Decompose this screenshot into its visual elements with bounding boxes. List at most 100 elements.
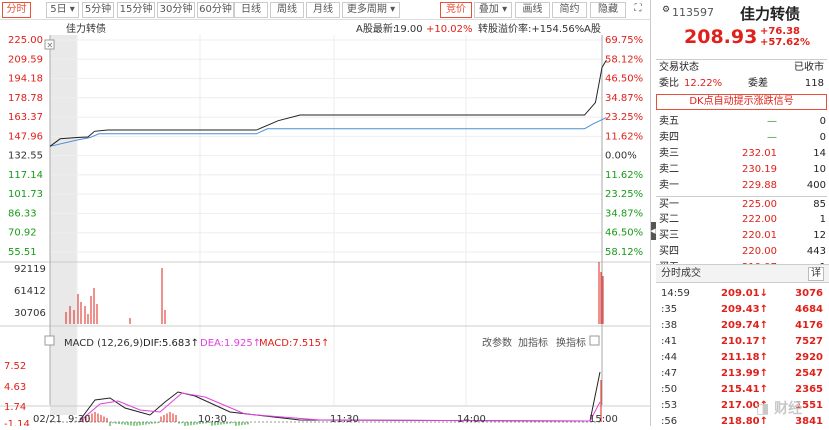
wb-value: 12.22%: [684, 78, 723, 89]
trade-price: 211.18↑: [721, 352, 768, 363]
ob-label: 买四: [659, 246, 679, 257]
y-axis-right-labels: 69.75% 58.12% 46.50% 34.87% 23.25% 11.62% 0.00…: [605, 35, 643, 258]
y-right-label: 46.50%: [605, 228, 643, 239]
hide-button[interactable]: 隐藏: [590, 2, 626, 18]
ob-volume: 0: [819, 132, 826, 143]
overlay-button[interactable]: 叠加 ▾: [474, 2, 512, 18]
ob-volume: 0: [819, 116, 826, 127]
trade-status-row: 交易状态 已收市: [656, 59, 827, 75]
fullscreen-icon[interactable]: ⛶: [630, 2, 646, 18]
y-right-label: 58.12%: [605, 247, 643, 258]
orderbook-row[interactable]: 买四 220.00 443: [656, 244, 827, 260]
change-abs: +76.38: [760, 26, 801, 37]
volume-label: 61412: [14, 286, 46, 297]
add-indicator-button[interactable]: 加指标: [518, 336, 548, 349]
dif-value: DIF:5.683↑: [143, 338, 199, 349]
last-price: 208.93: [684, 26, 758, 48]
trade-row: :38 209.74↑ 4176: [656, 318, 827, 334]
y-left-label: 70.92: [8, 228, 37, 239]
orderbook-row[interactable]: 卖三 232.01 14: [656, 146, 827, 162]
y-right-label: 23.25%: [605, 112, 643, 123]
tab-5day[interactable]: 5日 ▾: [46, 2, 79, 18]
y-right-label: 46.50%: [605, 74, 643, 85]
time-axis-labels: 02/21 9:30 10:30 11:30 14:00 15:00: [33, 414, 618, 425]
trade-volume: 2365: [795, 384, 823, 395]
trade-price: 209.74↑: [721, 320, 768, 331]
trade-row: :41 210.17↑ 7527: [656, 334, 827, 350]
ob-label: 卖二: [659, 164, 679, 175]
trades-header: 分时成交 详: [656, 264, 829, 283]
orderbook-row[interactable]: 买二 222.00 1: [656, 212, 827, 228]
macd-close-icon[interactable]: [44, 335, 55, 346]
tab-30min[interactable]: 30分钟: [157, 2, 195, 18]
ob-price: 225.00: [742, 199, 777, 210]
tab-weekly[interactable]: 周线: [270, 2, 304, 18]
tab-more-periods[interactable]: 更多周期 ▾: [342, 2, 400, 18]
wc-label: 委差: [748, 78, 768, 89]
trade-volume: 4176: [795, 320, 823, 331]
macd-pin-icon[interactable]: [589, 335, 600, 346]
orderbook-row[interactable]: 卖五 — 0: [656, 114, 827, 130]
orderbook-row[interactable]: 卖一 229.88 400: [656, 178, 827, 194]
draw-button[interactable]: 画线: [515, 2, 550, 18]
a-share-price: 19.00: [394, 24, 423, 35]
trade-volume: 2547: [795, 368, 823, 379]
a-share-pct: +10.02%: [426, 24, 473, 35]
trade-row: :50 215.41↑ 2365: [656, 382, 827, 398]
y-left-label: 86.33: [8, 208, 37, 219]
trade-row: :47 213.99↑ 2547: [656, 366, 827, 382]
macd-indicator: [50, 371, 602, 426]
ob-label: 卖一: [659, 180, 679, 191]
grid-lines: [0, 35, 650, 407]
tab-intraday[interactable]: 分时: [2, 2, 31, 18]
ob-price: 230.19: [742, 164, 777, 175]
orderbook-row[interactable]: 卖四 — 0: [656, 130, 827, 146]
ob-price: 222.00: [742, 214, 777, 225]
tab-5min[interactable]: 5分钟: [82, 2, 114, 18]
trade-volume: 3076: [795, 288, 823, 299]
tab-monthly[interactable]: 月线: [306, 2, 340, 18]
y-right-label: 58.12%: [605, 54, 643, 65]
order-ratio-row: 委比 12.22% 委差 118: [656, 76, 827, 92]
gear-icon[interactable]: ⚙: [662, 5, 670, 15]
trade-time: :35: [661, 304, 678, 315]
y-right-label: 11.62%: [605, 170, 643, 181]
ob-volume: 10: [813, 164, 826, 175]
tab-60min[interactable]: 60分钟: [197, 2, 234, 18]
edit-params-button[interactable]: 改参数: [482, 336, 512, 349]
ob-volume: 14: [813, 148, 826, 159]
tab-daily[interactable]: 日线: [234, 2, 268, 18]
trade-price: 209.43↑: [721, 304, 768, 315]
trades-detail-button[interactable]: 详: [808, 267, 824, 281]
ob-volume: 85: [813, 199, 826, 210]
bond-name: 佳力转债: [740, 5, 801, 23]
simple-button[interactable]: 简约: [552, 2, 587, 18]
dk-signal-button[interactable]: DK点自动提示涨跌信号: [656, 94, 827, 110]
y-right-label: 69.75%: [605, 35, 643, 46]
tab-15min[interactable]: 15分钟: [117, 2, 155, 18]
trade-price: 215.41↑: [721, 384, 768, 395]
macd-axis-label: 4.63: [4, 382, 26, 393]
switch-indicator-button[interactable]: 换指标: [556, 336, 586, 349]
ob-label: 买二: [659, 214, 679, 225]
intraday-chart[interactable]: ✕ 佳力转债 A股最新: 19.00 +10.02% 转股溢价率:+154.56…: [0, 20, 650, 426]
chart-title: 佳力转债: [66, 22, 106, 35]
status-value: 已收市: [794, 62, 824, 73]
watermark: ◨ 财经: [756, 398, 802, 418]
y-left-label: 163.37: [8, 112, 43, 123]
trade-price: 210.17↑: [721, 336, 768, 347]
orderbook-row[interactable]: 买一 225.00 85: [656, 196, 827, 212]
y-left-label: 117.14: [8, 170, 43, 181]
trade-volume: 2920: [795, 352, 823, 363]
trade-time: :38: [661, 320, 678, 331]
status-label: 交易状态: [659, 62, 699, 73]
time-label: 9:30: [68, 414, 90, 425]
watermark-icon: ◨: [756, 401, 775, 417]
auction-button[interactable]: 竞价: [440, 2, 472, 18]
orderbook-row[interactable]: 卖二 230.19 10: [656, 162, 827, 178]
trade-time: :44: [661, 352, 678, 363]
y-left-label: 194.18: [8, 74, 43, 85]
trade-price: 209.01↓: [721, 288, 768, 299]
time-label: 14:00: [457, 414, 486, 425]
orderbook-row[interactable]: 买三 220.01 12: [656, 228, 827, 244]
